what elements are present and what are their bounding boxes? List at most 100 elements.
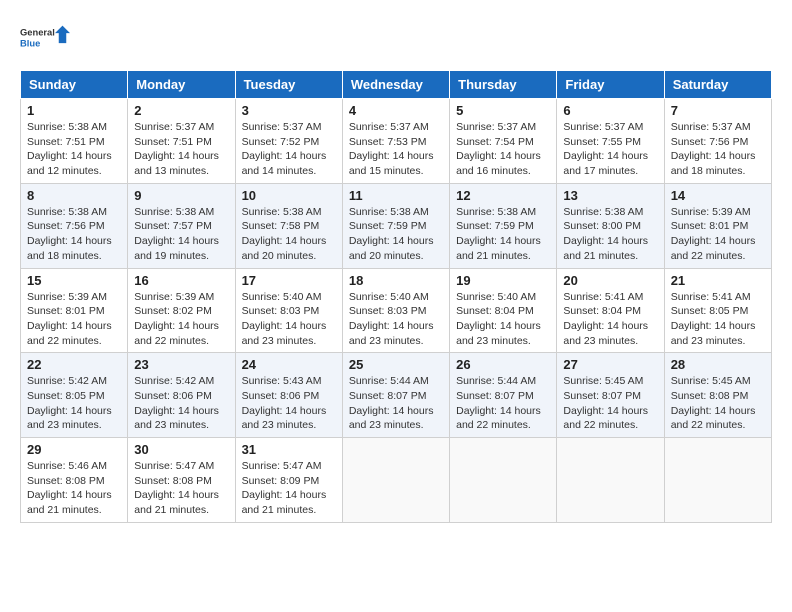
day-info: Sunrise: 5:44 AM Sunset: 8:07 PM Dayligh… xyxy=(456,374,550,433)
sunset-text: Sunset: 8:05 PM xyxy=(671,305,749,317)
sunset-text: Sunset: 8:08 PM xyxy=(671,390,749,402)
calendar-cell: 30 Sunrise: 5:47 AM Sunset: 8:08 PM Dayl… xyxy=(128,438,235,523)
logo: General Blue xyxy=(20,20,70,60)
calendar-header-row: SundayMondayTuesdayWednesdayThursdayFrid… xyxy=(21,71,772,99)
day-number: 2 xyxy=(134,103,228,118)
day-number: 6 xyxy=(563,103,657,118)
day-info: Sunrise: 5:37 AM Sunset: 7:51 PM Dayligh… xyxy=(134,120,228,179)
day-number: 11 xyxy=(349,188,443,203)
weekday-header-tuesday: Tuesday xyxy=(235,71,342,99)
minutes-text: and 21 minutes. xyxy=(456,250,531,262)
day-number: 18 xyxy=(349,273,443,288)
day-info: Sunrise: 5:40 AM Sunset: 8:03 PM Dayligh… xyxy=(349,290,443,349)
day-number: 1 xyxy=(27,103,121,118)
day-number: 7 xyxy=(671,103,765,118)
day-info: Sunrise: 5:47 AM Sunset: 8:08 PM Dayligh… xyxy=(134,459,228,518)
minutes-text: and 16 minutes. xyxy=(456,165,531,177)
daylight-text: Daylight: 14 hours xyxy=(242,150,327,162)
day-number: 13 xyxy=(563,188,657,203)
calendar-cell: 20 Sunrise: 5:41 AM Sunset: 8:04 PM Dayl… xyxy=(557,268,664,353)
day-info: Sunrise: 5:45 AM Sunset: 8:08 PM Dayligh… xyxy=(671,374,765,433)
day-info: Sunrise: 5:41 AM Sunset: 8:04 PM Dayligh… xyxy=(563,290,657,349)
sunset-text: Sunset: 7:55 PM xyxy=(563,136,641,148)
calendar-cell: 22 Sunrise: 5:42 AM Sunset: 8:05 PM Dayl… xyxy=(21,353,128,438)
sunset-text: Sunset: 8:04 PM xyxy=(563,305,641,317)
daylight-text: Daylight: 14 hours xyxy=(134,405,219,417)
sunrise-text: Sunrise: 5:39 AM xyxy=(134,291,214,303)
calendar-cell: 12 Sunrise: 5:38 AM Sunset: 7:59 PM Dayl… xyxy=(450,183,557,268)
minutes-text: and 18 minutes. xyxy=(27,250,102,262)
sunset-text: Sunset: 8:02 PM xyxy=(134,305,212,317)
day-info: Sunrise: 5:39 AM Sunset: 8:01 PM Dayligh… xyxy=(27,290,121,349)
day-number: 24 xyxy=(242,357,336,372)
calendar-cell: 9 Sunrise: 5:38 AM Sunset: 7:57 PM Dayli… xyxy=(128,183,235,268)
minutes-text: and 18 minutes. xyxy=(671,165,746,177)
calendar-cell: 19 Sunrise: 5:40 AM Sunset: 8:04 PM Dayl… xyxy=(450,268,557,353)
daylight-text: Daylight: 14 hours xyxy=(349,150,434,162)
calendar-cell: 23 Sunrise: 5:42 AM Sunset: 8:06 PM Dayl… xyxy=(128,353,235,438)
minutes-text: and 13 minutes. xyxy=(134,165,209,177)
sunrise-text: Sunrise: 5:46 AM xyxy=(27,460,107,472)
minutes-text: and 23 minutes. xyxy=(134,419,209,431)
day-info: Sunrise: 5:38 AM Sunset: 7:56 PM Dayligh… xyxy=(27,205,121,264)
daylight-text: Daylight: 14 hours xyxy=(242,235,327,247)
day-info: Sunrise: 5:38 AM Sunset: 7:58 PM Dayligh… xyxy=(242,205,336,264)
header: General Blue xyxy=(20,20,772,60)
sunrise-text: Sunrise: 5:39 AM xyxy=(27,291,107,303)
minutes-text: and 22 minutes. xyxy=(671,250,746,262)
daylight-text: Daylight: 14 hours xyxy=(456,405,541,417)
sunset-text: Sunset: 7:57 PM xyxy=(134,220,212,232)
sunrise-text: Sunrise: 5:37 AM xyxy=(349,121,429,133)
weekday-header-monday: Monday xyxy=(128,71,235,99)
daylight-text: Daylight: 14 hours xyxy=(563,320,648,332)
day-number: 12 xyxy=(456,188,550,203)
sunrise-text: Sunrise: 5:44 AM xyxy=(349,375,429,387)
day-number: 21 xyxy=(671,273,765,288)
sunrise-text: Sunrise: 5:38 AM xyxy=(349,206,429,218)
calendar-cell xyxy=(557,438,664,523)
sunset-text: Sunset: 8:00 PM xyxy=(563,220,641,232)
minutes-text: and 21 minutes. xyxy=(242,504,317,516)
calendar-cell: 21 Sunrise: 5:41 AM Sunset: 8:05 PM Dayl… xyxy=(664,268,771,353)
day-info: Sunrise: 5:38 AM Sunset: 7:57 PM Dayligh… xyxy=(134,205,228,264)
calendar-cell: 2 Sunrise: 5:37 AM Sunset: 7:51 PM Dayli… xyxy=(128,99,235,184)
minutes-text: and 23 minutes. xyxy=(456,335,531,347)
sunrise-text: Sunrise: 5:47 AM xyxy=(242,460,322,472)
calendar-cell: 14 Sunrise: 5:39 AM Sunset: 8:01 PM Dayl… xyxy=(664,183,771,268)
sunset-text: Sunset: 7:59 PM xyxy=(349,220,427,232)
minutes-text: and 14 minutes. xyxy=(242,165,317,177)
sunrise-text: Sunrise: 5:40 AM xyxy=(349,291,429,303)
sunrise-text: Sunrise: 5:39 AM xyxy=(671,206,751,218)
calendar-cell: 25 Sunrise: 5:44 AM Sunset: 8:07 PM Dayl… xyxy=(342,353,449,438)
sunset-text: Sunset: 8:08 PM xyxy=(27,475,105,487)
minutes-text: and 23 minutes. xyxy=(27,419,102,431)
sunset-text: Sunset: 7:52 PM xyxy=(242,136,320,148)
sunrise-text: Sunrise: 5:43 AM xyxy=(242,375,322,387)
minutes-text: and 23 minutes. xyxy=(563,335,638,347)
sunrise-text: Sunrise: 5:45 AM xyxy=(563,375,643,387)
day-number: 4 xyxy=(349,103,443,118)
daylight-text: Daylight: 14 hours xyxy=(134,150,219,162)
day-info: Sunrise: 5:39 AM Sunset: 8:01 PM Dayligh… xyxy=(671,205,765,264)
calendar-cell xyxy=(342,438,449,523)
calendar-cell: 4 Sunrise: 5:37 AM Sunset: 7:53 PM Dayli… xyxy=(342,99,449,184)
sunrise-text: Sunrise: 5:45 AM xyxy=(671,375,751,387)
minutes-text: and 20 minutes. xyxy=(349,250,424,262)
day-number: 29 xyxy=(27,442,121,457)
calendar-cell: 8 Sunrise: 5:38 AM Sunset: 7:56 PM Dayli… xyxy=(21,183,128,268)
calendar-cell: 6 Sunrise: 5:37 AM Sunset: 7:55 PM Dayli… xyxy=(557,99,664,184)
daylight-text: Daylight: 14 hours xyxy=(671,150,756,162)
sunset-text: Sunset: 8:08 PM xyxy=(134,475,212,487)
calendar-week-row: 1 Sunrise: 5:38 AM Sunset: 7:51 PM Dayli… xyxy=(21,99,772,184)
day-number: 25 xyxy=(349,357,443,372)
day-number: 14 xyxy=(671,188,765,203)
sunset-text: Sunset: 7:56 PM xyxy=(27,220,105,232)
weekday-header-saturday: Saturday xyxy=(664,71,771,99)
calendar-cell xyxy=(450,438,557,523)
minutes-text: and 12 minutes. xyxy=(27,165,102,177)
day-number: 16 xyxy=(134,273,228,288)
day-info: Sunrise: 5:47 AM Sunset: 8:09 PM Dayligh… xyxy=(242,459,336,518)
minutes-text: and 22 minutes. xyxy=(563,419,638,431)
daylight-text: Daylight: 14 hours xyxy=(563,235,648,247)
day-info: Sunrise: 5:44 AM Sunset: 8:07 PM Dayligh… xyxy=(349,374,443,433)
